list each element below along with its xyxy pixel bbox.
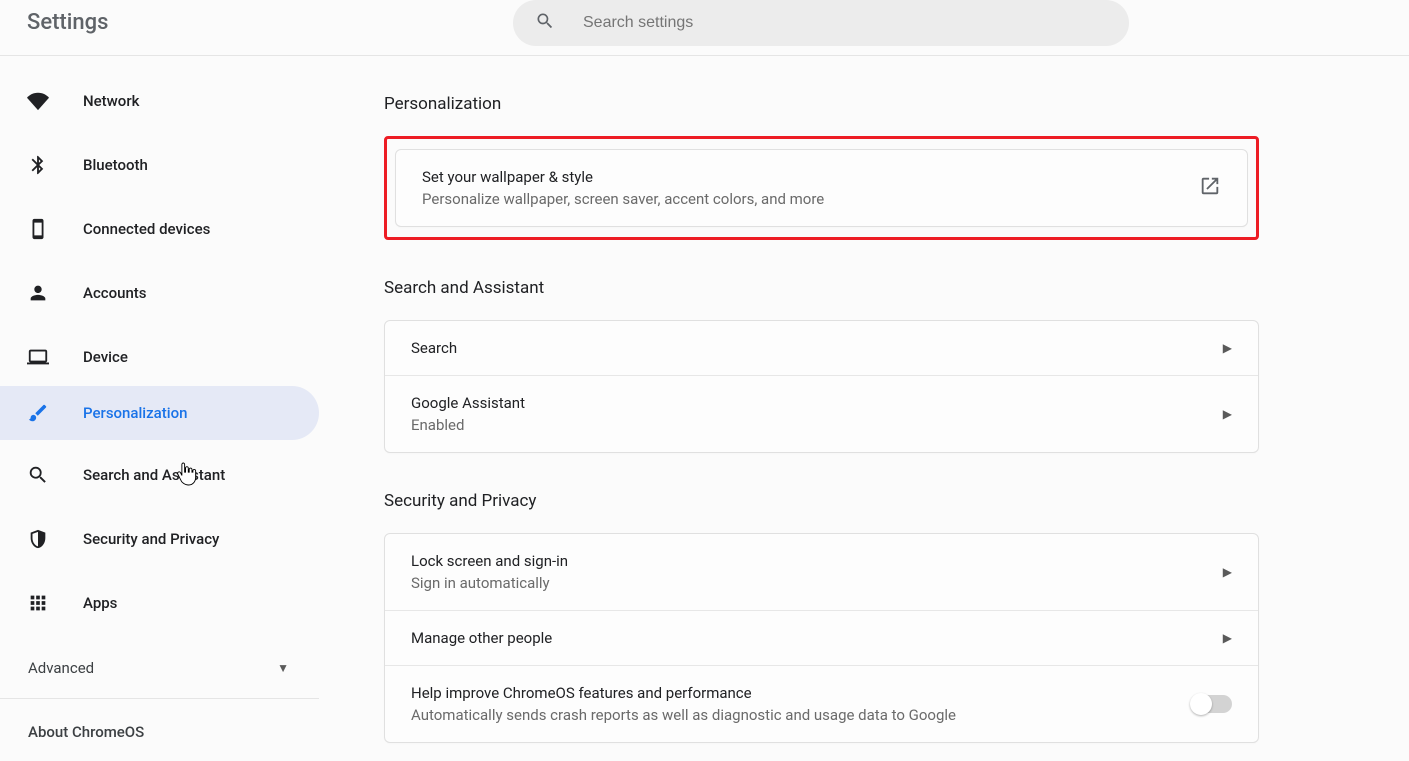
section-personalization: Personalization Set your wallpaper & sty… [384, 94, 1259, 240]
app-title: Settings [27, 10, 108, 35]
row-subtitle: Personalize wallpaper, screen saver, acc… [422, 190, 824, 208]
row-text: Set your wallpaper & style Personalize w… [422, 168, 824, 208]
chevron-right-icon: ▶ [1223, 341, 1232, 355]
bluetooth-icon [27, 154, 49, 176]
advanced-label: Advanced [28, 659, 94, 677]
sidebar-item-label: Apps [83, 594, 117, 612]
card-search-assistant: Search ▶ Google Assistant Enabled ▶ [384, 320, 1259, 453]
row-title: Search [411, 339, 457, 357]
open-external-icon [1199, 175, 1221, 201]
sidebar-item-connected-devices[interactable]: Connected devices [0, 194, 319, 258]
sidebar-item-label: Accounts [83, 284, 147, 302]
sidebar-item-search-assistant[interactable]: Search and Assistant [0, 440, 319, 504]
sidebar-item-label: Search and Assistant [83, 466, 225, 484]
row-text: Google Assistant Enabled [411, 394, 525, 434]
annotation-highlight: Set your wallpaper & style Personalize w… [384, 136, 1259, 240]
section-title: Security and Privacy [384, 491, 1259, 511]
sidebar-item-device[interactable]: Device [0, 322, 319, 386]
about-label: About ChromeOS [28, 723, 144, 741]
row-help-improve-chromeos[interactable]: Help improve ChromeOS features and perfo… [385, 665, 1258, 742]
section-security-privacy: Security and Privacy Lock screen and sig… [384, 491, 1259, 743]
row-subtitle: Enabled [411, 416, 525, 434]
shield-icon [27, 528, 49, 550]
sidebar-advanced[interactable]: Advanced ▼ [0, 644, 319, 692]
top-bar: Settings [0, 0, 1409, 56]
sidebar-item-apps[interactable]: Apps [0, 568, 319, 632]
row-subtitle: Automatically sends crash reports as wel… [411, 706, 956, 724]
sidebar-item-network[interactable]: Network [0, 66, 319, 130]
sidebar-item-label: Connected devices [83, 220, 210, 238]
row-title: Help improve ChromeOS features and perfo… [411, 684, 956, 702]
card-wallpaper-style: Set your wallpaper & style Personalize w… [395, 149, 1248, 227]
toggle-crash-reports[interactable] [1192, 695, 1232, 713]
person-icon [27, 282, 49, 304]
laptop-icon [27, 346, 49, 368]
wifi-icon [27, 90, 49, 112]
apps-icon [27, 592, 49, 614]
main-content: Personalization Set your wallpaper & sty… [319, 56, 1409, 761]
sidebar-item-label: Network [83, 92, 139, 110]
phone-icon [27, 218, 49, 240]
section-title: Personalization [384, 94, 1259, 114]
row-text: Manage other people [411, 629, 552, 647]
row-subtitle: Sign in automatically [411, 574, 568, 592]
row-google-assistant[interactable]: Google Assistant Enabled ▶ [385, 375, 1258, 452]
search-input[interactable] [583, 14, 1107, 32]
row-title: Google Assistant [411, 394, 525, 412]
row-text: Lock screen and sign-in Sign in automati… [411, 552, 568, 592]
sidebar-item-label: Personalization [83, 404, 187, 422]
section-title: Search and Assistant [384, 278, 1259, 298]
brush-icon [27, 402, 49, 424]
sidebar-item-label: Bluetooth [83, 156, 148, 174]
sidebar-item-bluetooth[interactable]: Bluetooth [0, 130, 319, 194]
row-text: Search [411, 339, 457, 357]
sidebar-item-security-privacy[interactable]: Security and Privacy [0, 504, 319, 568]
search-box[interactable] [513, 0, 1129, 46]
sidebar-item-personalization[interactable]: Personalization [0, 386, 319, 440]
card-security-privacy: Lock screen and sign-in Sign in automati… [384, 533, 1259, 743]
row-lock-screen[interactable]: Lock screen and sign-in Sign in automati… [385, 534, 1258, 610]
row-search[interactable]: Search ▶ [385, 321, 1258, 375]
sidebar-item-label: Security and Privacy [83, 530, 219, 548]
sidebar-about[interactable]: About ChromeOS [0, 705, 319, 741]
row-title: Lock screen and sign-in [411, 552, 568, 570]
search-icon [27, 464, 49, 486]
sidebar: Network Bluetooth Connected devices Acco… [0, 56, 319, 761]
sidebar-item-accounts[interactable]: Accounts [0, 258, 319, 322]
row-title: Set your wallpaper & style [422, 168, 824, 186]
search-icon [535, 11, 555, 35]
row-wallpaper-style[interactable]: Set your wallpaper & style Personalize w… [396, 150, 1247, 226]
chevron-down-icon: ▼ [277, 661, 289, 675]
chevron-right-icon: ▶ [1223, 407, 1232, 421]
row-title: Manage other people [411, 629, 552, 647]
chevron-right-icon: ▶ [1223, 565, 1232, 579]
sidebar-item-label: Device [83, 348, 128, 366]
chevron-right-icon: ▶ [1223, 631, 1232, 645]
row-manage-other-people[interactable]: Manage other people ▶ [385, 610, 1258, 665]
section-search-assistant: Search and Assistant Search ▶ Google Ass… [384, 278, 1259, 453]
toggle-knob [1190, 693, 1212, 715]
row-text: Help improve ChromeOS features and perfo… [411, 684, 956, 724]
divider [0, 698, 319, 699]
